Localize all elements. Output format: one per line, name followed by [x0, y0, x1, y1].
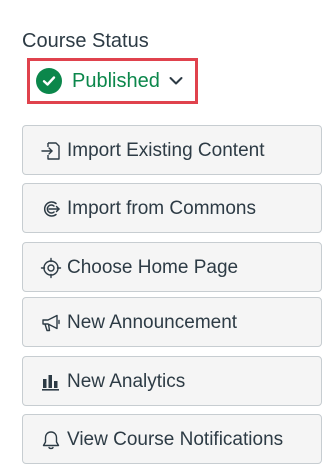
- new-announcement-label: New Announcement: [67, 312, 238, 333]
- commons-icon: [40, 198, 62, 220]
- analytics-icon: [40, 371, 62, 393]
- check-circle-icon: [36, 68, 62, 94]
- import-existing-content-label: Import Existing Content: [67, 140, 265, 161]
- import-from-commons-button[interactable]: Import from Commons: [22, 183, 322, 233]
- import-from-commons-label: Import from Commons: [67, 198, 256, 219]
- status-highlight-box: Published: [27, 58, 198, 104]
- new-announcement-button[interactable]: New Announcement: [22, 297, 322, 347]
- megaphone-icon: [40, 312, 62, 334]
- publish-status-label: Published: [72, 70, 160, 92]
- course-status-heading: Course Status: [22, 30, 149, 52]
- new-analytics-label: New Analytics: [67, 371, 186, 392]
- bell-icon: [40, 429, 62, 451]
- import-existing-content-button[interactable]: Import Existing Content: [22, 125, 322, 175]
- publish-status-button[interactable]: Published: [36, 67, 184, 95]
- chevron-down-icon: [168, 73, 184, 89]
- course-home-sidebar: Course Status Published Import Existing …: [0, 0, 335, 475]
- target-icon: [40, 257, 62, 279]
- view-course-notifications-button[interactable]: View Course Notifications: [22, 414, 322, 464]
- choose-home-page-label: Choose Home Page: [67, 257, 239, 278]
- view-course-notifications-label: View Course Notifications: [67, 429, 284, 450]
- choose-home-page-button[interactable]: Choose Home Page: [22, 242, 322, 292]
- import-icon: [40, 140, 62, 162]
- new-analytics-button[interactable]: New Analytics: [22, 356, 322, 406]
